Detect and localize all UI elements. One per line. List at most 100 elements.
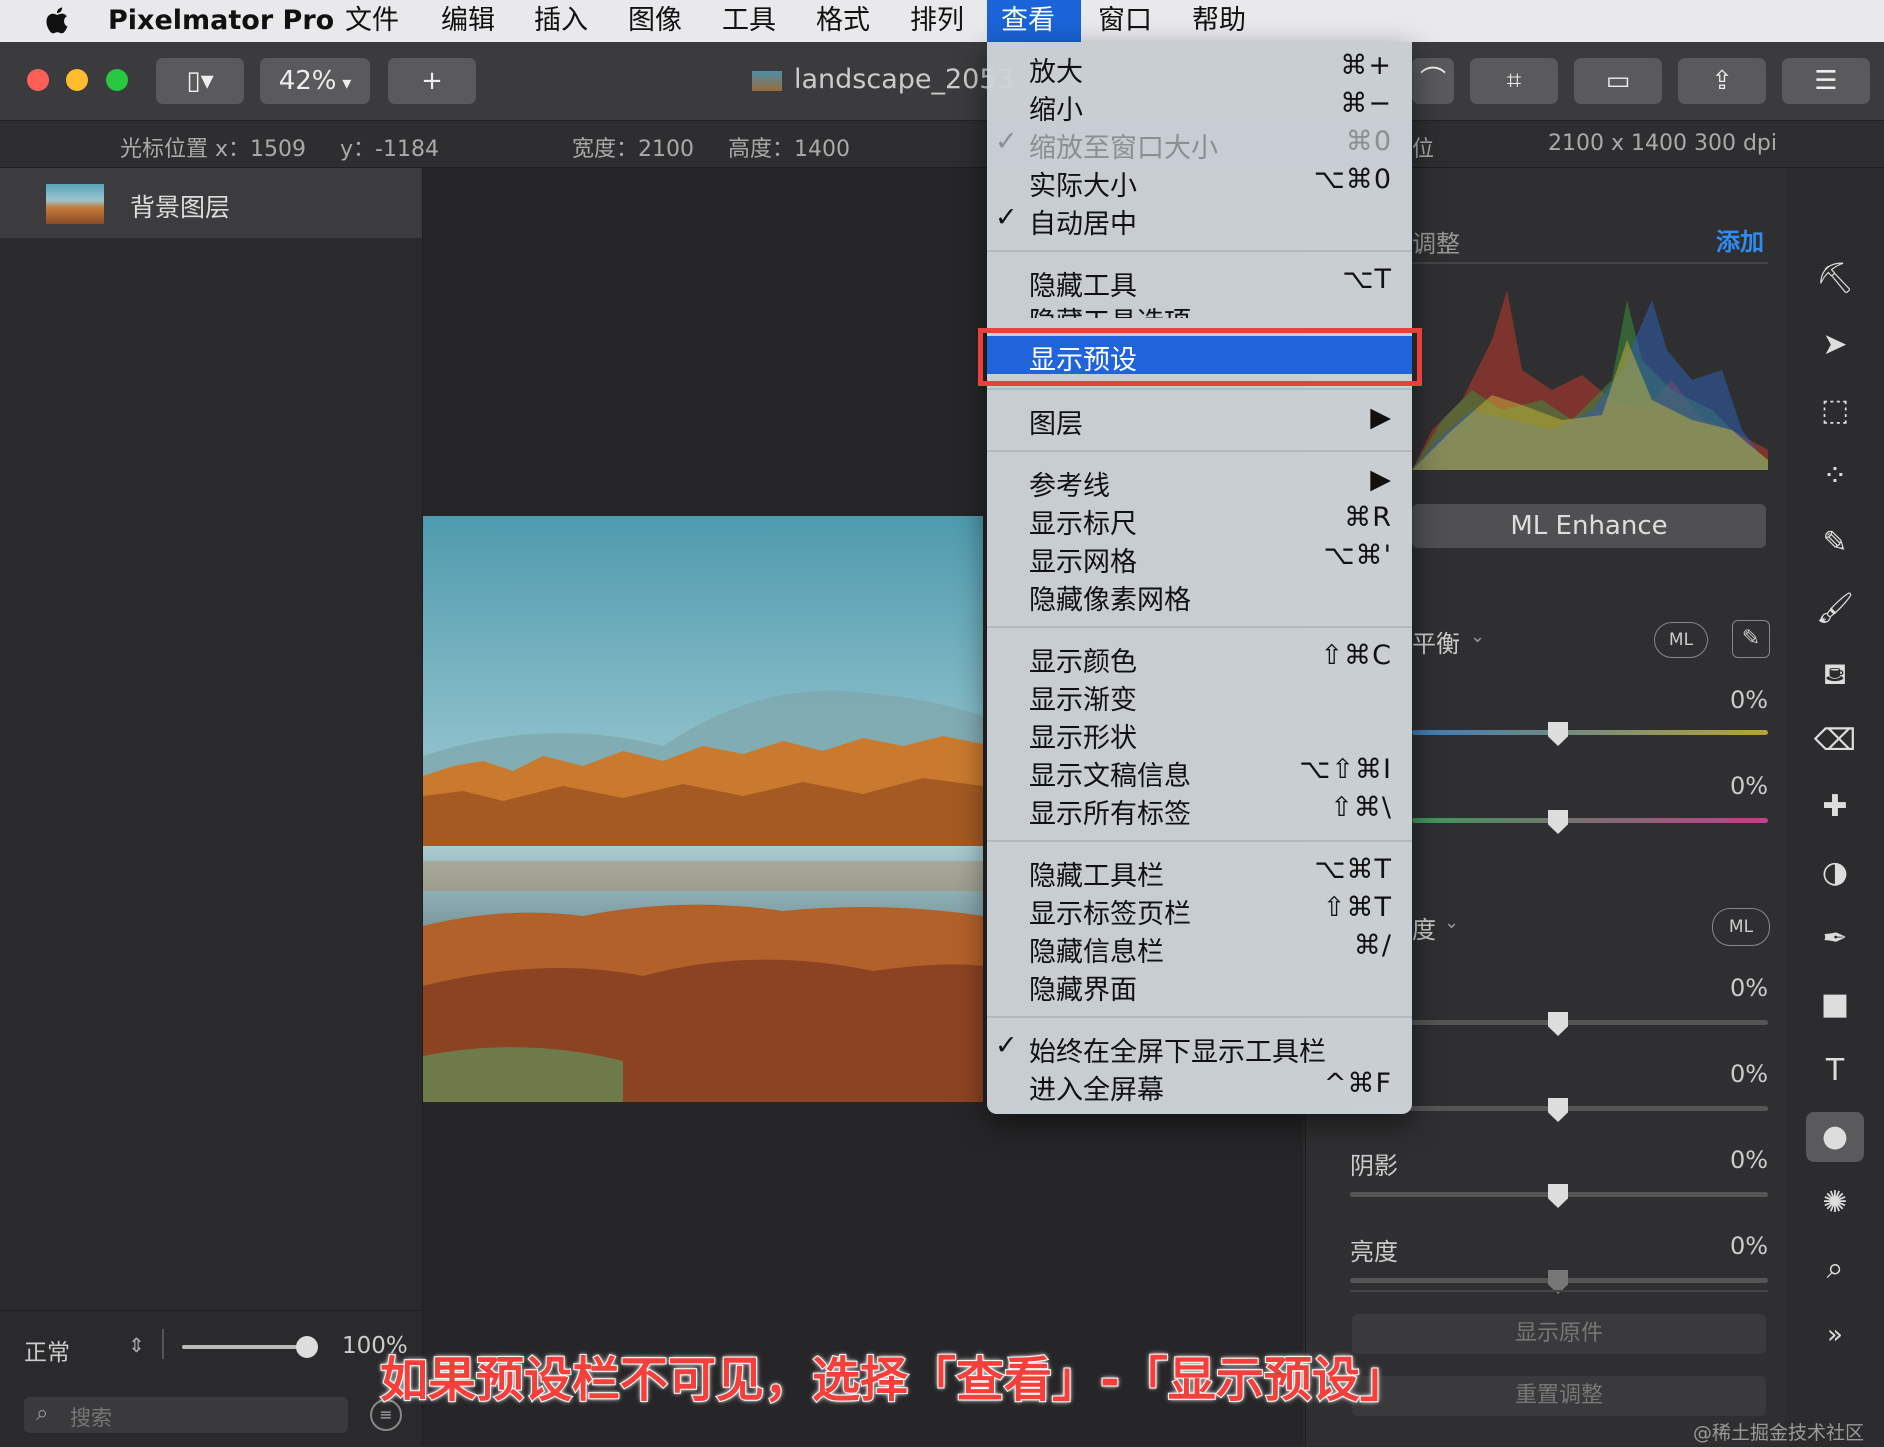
- blend-mode-select[interactable]: 正常: [24, 1333, 70, 1367]
- eyedropper-icon[interactable]: ✎: [1732, 620, 1770, 658]
- info-bar: 光标位置 x：1509 y：-1184 宽度：2100 高度：1400 位 21…: [0, 121, 1884, 168]
- menu-item-show-shapes[interactable]: 显示形状: [987, 714, 1412, 754]
- menu-image[interactable]: 图像: [614, 0, 696, 42]
- image-dimensions: 2100 x 1400 300 dpi: [1548, 131, 1778, 156]
- crop-button[interactable]: ⌗: [1470, 58, 1558, 104]
- updown-chevron-icon[interactable]: ⇕: [128, 1333, 145, 1357]
- menu-item-hide-tool-options[interactable]: 隐藏工具选项: [987, 298, 1412, 318]
- layers-panel: 背景图层: [0, 168, 423, 1446]
- ml-wb-button[interactable]: ML: [1654, 622, 1708, 658]
- menu-item-fit-window: ✓ 缩放至窗口大小 ⌘0: [995, 126, 1392, 164]
- divider: [1350, 1290, 1768, 1292]
- arrange-tool-icon[interactable]: ➤: [1810, 320, 1860, 370]
- brightness-value: 0%: [1730, 1232, 1769, 1260]
- menu-item-hide-interface[interactable]: 隐藏界面: [987, 966, 1412, 1006]
- white-balance-label[interactable]: 平衡: [1412, 624, 1460, 659]
- divider: [162, 1329, 164, 1359]
- menu-format[interactable]: 格式: [802, 0, 884, 42]
- divider: [1350, 262, 1768, 264]
- menu-arrange[interactable]: 排列: [896, 0, 978, 42]
- menu-item-actual-size[interactable]: 实际大小 ⌥⌘0: [987, 162, 1412, 202]
- menu-item-enter-fullscreen[interactable]: 进入全屏幕 ^⌘F: [987, 1066, 1412, 1106]
- app-menu[interactable]: Pixelmator Pro: [94, 0, 348, 42]
- distort-icon[interactable]: ◑: [1810, 848, 1860, 898]
- opacity-slider-knob[interactable]: [296, 1336, 318, 1358]
- menu-edit[interactable]: 编辑: [427, 0, 509, 42]
- opacity-slider[interactable]: [182, 1345, 312, 1349]
- menu-item-always-show-toolbar[interactable]: ✓ 始终在全屏下显示工具栏: [987, 1028, 1412, 1068]
- menu-insert[interactable]: 插入: [520, 0, 602, 42]
- add-button[interactable]: +: [388, 58, 476, 104]
- zoom-window-button[interactable]: [106, 69, 128, 91]
- submenu-arrow-icon: ▶: [1370, 402, 1392, 433]
- menu-item-show-gradients[interactable]: 显示渐变: [987, 676, 1412, 716]
- menu-item-hide-tools[interactable]: 隐藏工具 ⌥T: [987, 262, 1412, 302]
- cursor-x: 光标位置 x：1509: [120, 137, 307, 162]
- menu-item-show-all-tags[interactable]: 显示所有标签 ⇧⌘\: [987, 790, 1412, 830]
- menu-item-guides[interactable]: 参考线 ▶: [987, 462, 1412, 502]
- layer-row[interactable]: 背景图层: [0, 168, 422, 238]
- add-adjustment-link[interactable]: 添加: [1716, 222, 1764, 257]
- chevron-down-icon[interactable]: ⌄: [1470, 626, 1485, 647]
- eraser-icon[interactable]: ⌫: [1810, 716, 1860, 766]
- temperature-slider[interactable]: [1412, 730, 1768, 735]
- fill-bucket-icon[interactable]: ⛾: [1810, 650, 1860, 700]
- ml-enhance-button[interactable]: ML Enhance: [1412, 504, 1766, 548]
- menu-help[interactable]: 帮助: [1178, 0, 1260, 42]
- menu-item-show-doc-info[interactable]: 显示文稿信息 ⌥⇧⌘I: [987, 752, 1412, 792]
- lasso-button[interactable]: ⌒: [1412, 58, 1454, 104]
- tint-slider[interactable]: [1412, 818, 1768, 823]
- menu-window[interactable]: 窗口: [1084, 0, 1166, 42]
- menu-item-show-rulers[interactable]: 显示标尺 ⌘R: [987, 500, 1412, 540]
- minimize-window-button[interactable]: [66, 69, 88, 91]
- quick-selection-icon[interactable]: ⁘: [1810, 452, 1860, 502]
- reset-adjustments-button[interactable]: 重置调整: [1352, 1376, 1766, 1416]
- chevron-down-icon[interactable]: ⌄: [1444, 912, 1459, 933]
- menu-item-layers[interactable]: 图层 ▶: [987, 400, 1412, 440]
- landscape-image: [423, 516, 983, 1102]
- saturation-label[interactable]: 度: [1412, 910, 1436, 945]
- document-button[interactable]: ▭: [1574, 58, 1662, 104]
- lasso-icon: ⌒: [1419, 66, 1446, 96]
- menu-item-zoom-out[interactable]: 缩小 ⌘−: [987, 86, 1412, 126]
- tint-value: 0%: [1730, 772, 1769, 800]
- menu-item-hide-pixel-grid[interactable]: 隐藏像素网格: [987, 576, 1412, 616]
- menu-file[interactable]: 文件: [331, 0, 413, 42]
- color-adjust-icon[interactable]: ●: [1806, 1112, 1864, 1162]
- menu-item-auto-center[interactable]: ✓ 自动居中: [987, 200, 1412, 240]
- menu-item-show-tab-bar[interactable]: 显示标签页栏 ⇧⌘T: [987, 890, 1412, 930]
- menu-item-show-grid[interactable]: 显示网格 ⌥⌘': [987, 538, 1412, 578]
- menu-item-zoom-in[interactable]: 放大 ⌘+: [987, 48, 1412, 88]
- menu-item-hide-info-bar[interactable]: 隐藏信息栏 ⌘/: [987, 928, 1412, 968]
- selection-tool-icon[interactable]: ⬚: [1810, 386, 1860, 436]
- layers-footer: 正常 ⇕ 100% ⌕ 搜索 ≡: [0, 1310, 422, 1447]
- close-window-button[interactable]: [27, 69, 49, 91]
- saturation-value: 0%: [1730, 974, 1769, 1002]
- text-tool-icon[interactable]: T: [1810, 1046, 1860, 1096]
- repair-bandage-icon[interactable]: ✚: [1810, 782, 1860, 832]
- adjust-toggle-button[interactable]: ☰: [1782, 58, 1870, 104]
- paint-brush-icon[interactable]: 🖌: [1810, 584, 1860, 634]
- menu-separator: [987, 388, 1412, 390]
- menu-tools[interactable]: 工具: [708, 0, 790, 42]
- sidebar-toggle-button[interactable]: ▯▾: [156, 58, 244, 104]
- menu-view[interactable]: 查看: [987, 0, 1081, 42]
- layer-search-input[interactable]: ⌕ 搜索: [24, 1397, 348, 1433]
- shape-tool-icon[interactable]: ■: [1810, 980, 1860, 1030]
- share-button[interactable]: ⇪: [1678, 58, 1766, 104]
- apple-logo-icon[interactable]: [42, 5, 70, 35]
- color-select-icon[interactable]: ✎: [1810, 518, 1860, 568]
- style-tool-icon[interactable]: ⛏: [1810, 254, 1860, 304]
- show-original-button[interactable]: 显示原件: [1352, 1314, 1766, 1354]
- submenu-arrow-icon: ▶: [1370, 464, 1392, 495]
- zoom-select[interactable]: 42% ▾: [260, 58, 370, 104]
- effects-icon[interactable]: ✺: [1810, 1178, 1860, 1228]
- pen-tool-icon[interactable]: ✒: [1810, 914, 1860, 964]
- menu-item-hide-toolbar[interactable]: 隐藏工具栏 ⌥⌘T: [987, 852, 1412, 892]
- more-tools-icon[interactable]: »: [1810, 1310, 1860, 1360]
- ml-saturation-button[interactable]: ML: [1712, 908, 1770, 946]
- zoom-tool-icon[interactable]: ⌕: [1810, 1244, 1860, 1294]
- menu-item-show-colors[interactable]: 显示颜色 ⇧⌘C: [987, 638, 1412, 678]
- menu-separator: [987, 1016, 1412, 1018]
- menu-separator: [987, 840, 1412, 842]
